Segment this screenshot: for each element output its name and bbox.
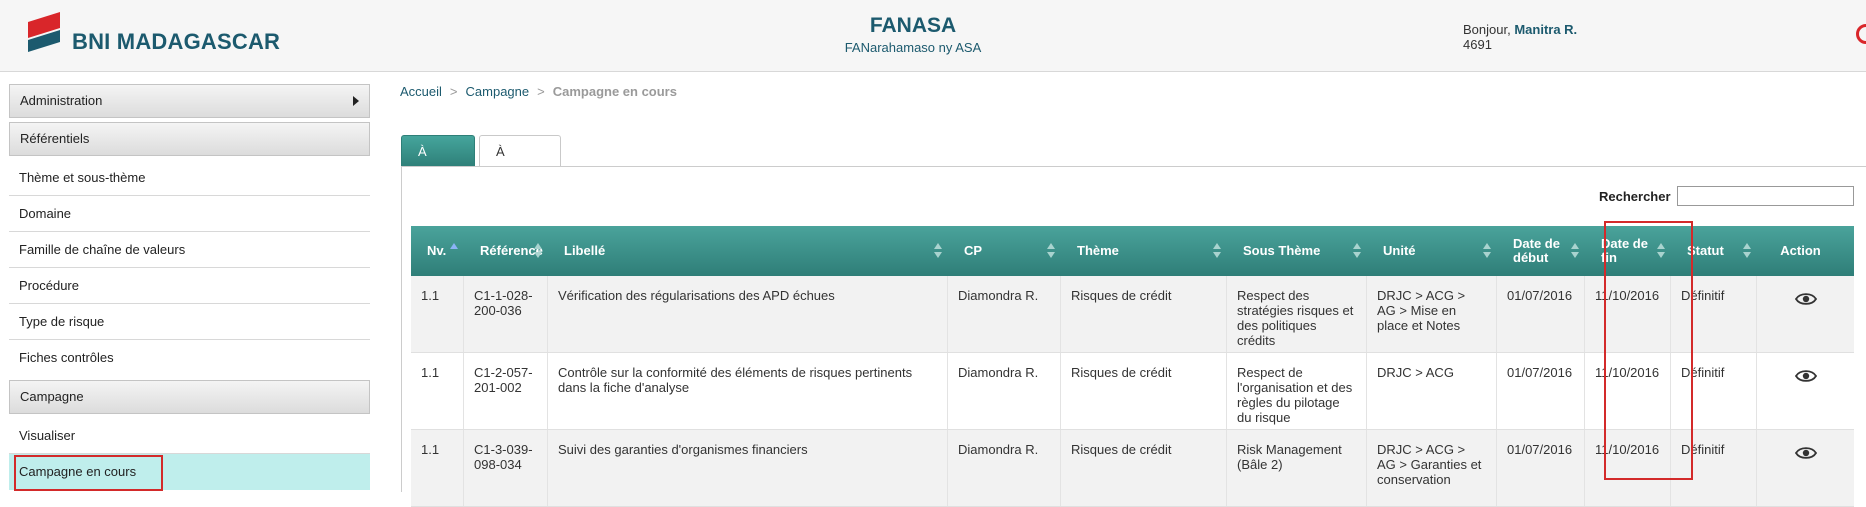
sort-icon xyxy=(1483,243,1491,259)
tab-a-voir[interactable]: À VOIR xyxy=(401,135,475,191)
user-info: Bonjour, Manitra R. 4691 xyxy=(1463,22,1577,52)
app-title-block: FANASA FANarahamaso ny ASA xyxy=(800,14,1026,55)
sort-icon xyxy=(1213,243,1221,259)
col-header-libelle[interactable]: Libellé xyxy=(548,226,948,276)
cell-date-debut: 01/07/2016 xyxy=(1497,430,1585,506)
sidebar-section-administration[interactable]: Administration xyxy=(9,84,370,118)
cell-nv: 1.1 xyxy=(411,353,464,429)
col-header-label: Libellé xyxy=(564,243,606,258)
highlight-box xyxy=(14,455,163,491)
col-header-label: Date de début xyxy=(1513,236,1560,265)
cell-reference: C1-3-039-098-034 xyxy=(464,430,548,506)
cell-sous-theme: Risk Management (Bâle 2) xyxy=(1227,430,1367,506)
sidebar-item-domaine[interactable]: Domaine xyxy=(9,196,370,232)
search-label: Rechercher xyxy=(1599,189,1671,204)
col-header-theme[interactable]: Thème xyxy=(1061,226,1227,276)
breadcrumb-separator: > xyxy=(537,84,545,99)
app-header: BNI MADAGASCAR FANASA FANarahamaso ny AS… xyxy=(0,0,1866,72)
sidebar-item-theme[interactable]: Thème et sous-thème xyxy=(9,160,370,196)
col-header-label: CP xyxy=(964,243,983,258)
col-header-unite[interactable]: Unité xyxy=(1367,226,1497,276)
cell-sous-theme: Respect de l'organisation et des règles … xyxy=(1227,353,1367,429)
breadcrumb-campagne[interactable]: Campagne xyxy=(466,84,530,99)
app-subtitle: FANarahamaso ny ASA xyxy=(800,40,1026,55)
cell-unite: DRJC > ACG xyxy=(1367,353,1497,429)
cell-date-debut: 01/07/2016 xyxy=(1497,276,1585,352)
sidebar-item-fiches[interactable]: Fiches contrôles xyxy=(9,340,370,376)
cell-reference: C1-1-028-200-036 xyxy=(464,276,548,352)
sidebar-section-label: Administration xyxy=(20,93,103,108)
col-header-label: Sous Thème xyxy=(1243,243,1321,258)
greeting: Bonjour, xyxy=(1463,22,1511,37)
col-header-reference[interactable]: Référence xyxy=(464,226,548,276)
eye-icon[interactable] xyxy=(1794,292,1817,306)
cell-action xyxy=(1757,276,1854,352)
breadcrumb-current: Campagne en cours xyxy=(552,84,677,99)
app-title: FANASA xyxy=(869,14,957,37)
breadcrumb-home[interactable]: Accueil xyxy=(400,84,442,99)
cell-cp: Diamondra R. xyxy=(948,430,1061,506)
cell-sous-theme: Respect des stratégies risques et des po… xyxy=(1227,276,1367,352)
cell-cp: Diamondra R. xyxy=(948,276,1061,352)
sidebar-section-referentiels[interactable]: Référentiels xyxy=(9,122,370,156)
cell-nv: 1.1 xyxy=(411,430,464,506)
cell-libelle: Vérification des régularisations des APD… xyxy=(548,276,948,352)
cell-unite: DRJC > ACG > AG > Garanties et conservat… xyxy=(1367,430,1497,506)
col-header-label: Thème xyxy=(1077,243,1119,258)
sidebar-item-procedure[interactable]: Procédure xyxy=(9,268,370,304)
sidebar-section-campagne[interactable]: Campagne xyxy=(9,380,370,414)
logo-text: BNI MADAGASCAR xyxy=(72,29,281,54)
sidebar: Administration Référentiels Thème et sou… xyxy=(9,84,370,491)
sidebar-section-label: Campagne xyxy=(20,389,84,404)
cell-theme: Risques de crédit xyxy=(1061,276,1227,352)
col-header-cp[interactable]: CP xyxy=(948,226,1061,276)
highlight-box xyxy=(1604,221,1693,480)
cell-action xyxy=(1757,430,1854,506)
col-header-label: Unité xyxy=(1383,243,1416,258)
sort-icon xyxy=(1353,243,1361,259)
bni-logo[interactable]: BNI MADAGASCAR xyxy=(24,12,324,60)
cell-libelle: Contrôle sur la conformité des éléments … xyxy=(548,353,948,429)
sort-asc-icon xyxy=(450,243,458,259)
bni-logo-icon xyxy=(28,12,60,52)
eye-icon[interactable] xyxy=(1794,369,1817,383)
tab-a-faire[interactable]: À FAIRE xyxy=(479,135,561,191)
breadcrumb: Accueil > Campagne > Campagne en cours xyxy=(400,84,677,99)
sidebar-section-label: Référentiels xyxy=(20,131,90,146)
col-header-sous-theme[interactable]: Sous Thème xyxy=(1227,226,1367,276)
cell-date-debut: 01/07/2016 xyxy=(1497,353,1585,429)
col-header-date-debut[interactable]: Date de début xyxy=(1497,226,1585,276)
sidebar-item-campagne-en-cours[interactable]: Campagne en cours xyxy=(9,454,370,491)
eye-icon[interactable] xyxy=(1794,446,1817,460)
user-name[interactable]: Manitra R. xyxy=(1514,22,1577,37)
col-header-action: Action xyxy=(1757,226,1854,276)
sort-icon xyxy=(1571,243,1579,259)
sidebar-item-famille[interactable]: Famille de chaîne de valeurs xyxy=(9,232,370,268)
cell-theme: Risques de crédit xyxy=(1061,353,1227,429)
power-icon[interactable] xyxy=(1856,24,1866,44)
sort-icon xyxy=(1047,243,1055,259)
col-header-nv[interactable]: Nv. xyxy=(411,226,464,276)
app-subtitle-suffix: ASA xyxy=(955,40,982,55)
sidebar-item-type-risque[interactable]: Type de risque xyxy=(9,304,370,340)
breadcrumb-separator: > xyxy=(449,84,458,99)
cell-unite: DRJC > ACG > AG > Mise en place et Notes xyxy=(1367,276,1497,352)
col-header-label: Action xyxy=(1780,243,1821,258)
sort-icon xyxy=(534,243,542,259)
sort-icon xyxy=(934,243,942,259)
user-id: 4691 xyxy=(1463,37,1492,52)
cell-action xyxy=(1757,353,1854,429)
cell-cp: Diamondra R. xyxy=(948,353,1061,429)
search-input[interactable] xyxy=(1677,186,1854,206)
sort-icon xyxy=(1743,243,1751,259)
col-header-label: Nv. xyxy=(427,243,447,258)
sidebar-item-visualiser[interactable]: Visualiser xyxy=(9,418,370,454)
cell-theme: Risques de crédit xyxy=(1061,430,1227,506)
app-subtitle-prefix: FANarahamaso ny xyxy=(844,40,956,55)
cell-reference: C1-2-057-201-002 xyxy=(464,353,548,429)
cell-libelle: Suivi des garanties d'organismes financi… xyxy=(548,430,948,506)
cell-nv: 1.1 xyxy=(411,276,464,352)
